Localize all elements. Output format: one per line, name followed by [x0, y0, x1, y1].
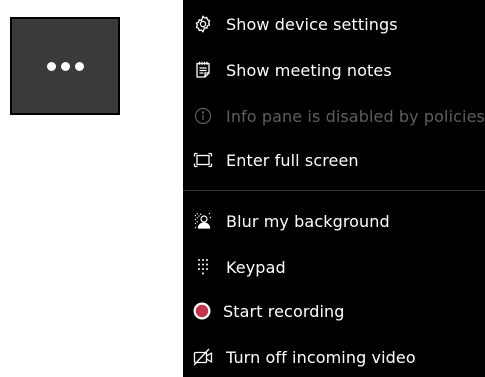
record-icon: [191, 300, 213, 322]
menu-item-keypad[interactable]: Keypad: [183, 245, 485, 289]
video-off-icon: [192, 346, 214, 368]
menu-item-label: Show meeting notes: [226, 60, 392, 80]
menu-item-label: Keypad: [226, 257, 286, 277]
keypad-icon: [192, 256, 214, 278]
menu-item-start-recording[interactable]: Start recording: [183, 289, 485, 333]
info-icon: [192, 105, 214, 127]
more-options-button[interactable]: [10, 17, 120, 115]
menu-item-blur-my-background[interactable]: Blur my background: [183, 199, 485, 243]
menu-item-label: Info pane is disabled by policies: [226, 106, 485, 126]
menu-item-show-device-settings[interactable]: Show device settings: [183, 2, 485, 46]
menu-divider: [183, 190, 485, 191]
more-dots-icon: [46, 61, 84, 71]
more-options-menu: Show device settings Show meeting notes …: [183, 0, 485, 377]
menu-item-enter-full-screen[interactable]: Enter full screen: [183, 138, 485, 182]
menu-item-show-meeting-notes[interactable]: Show meeting notes: [183, 48, 485, 92]
fullscreen-icon: [192, 149, 214, 171]
menu-item-info-pane-disabled: Info pane is disabled by policies: [183, 94, 485, 138]
menu-item-label: Show device settings: [226, 14, 398, 34]
menu-item-label: Enter full screen: [226, 150, 359, 170]
blur-background-icon: [192, 210, 214, 232]
menu-item-label: Blur my background: [226, 211, 390, 231]
menu-item-turn-off-incoming-video[interactable]: Turn off incoming video: [183, 335, 485, 377]
menu-item-label: Turn off incoming video: [226, 347, 416, 367]
gear-icon: [192, 13, 214, 35]
notes-icon: [192, 59, 214, 81]
menu-item-label: Start recording: [223, 301, 345, 321]
